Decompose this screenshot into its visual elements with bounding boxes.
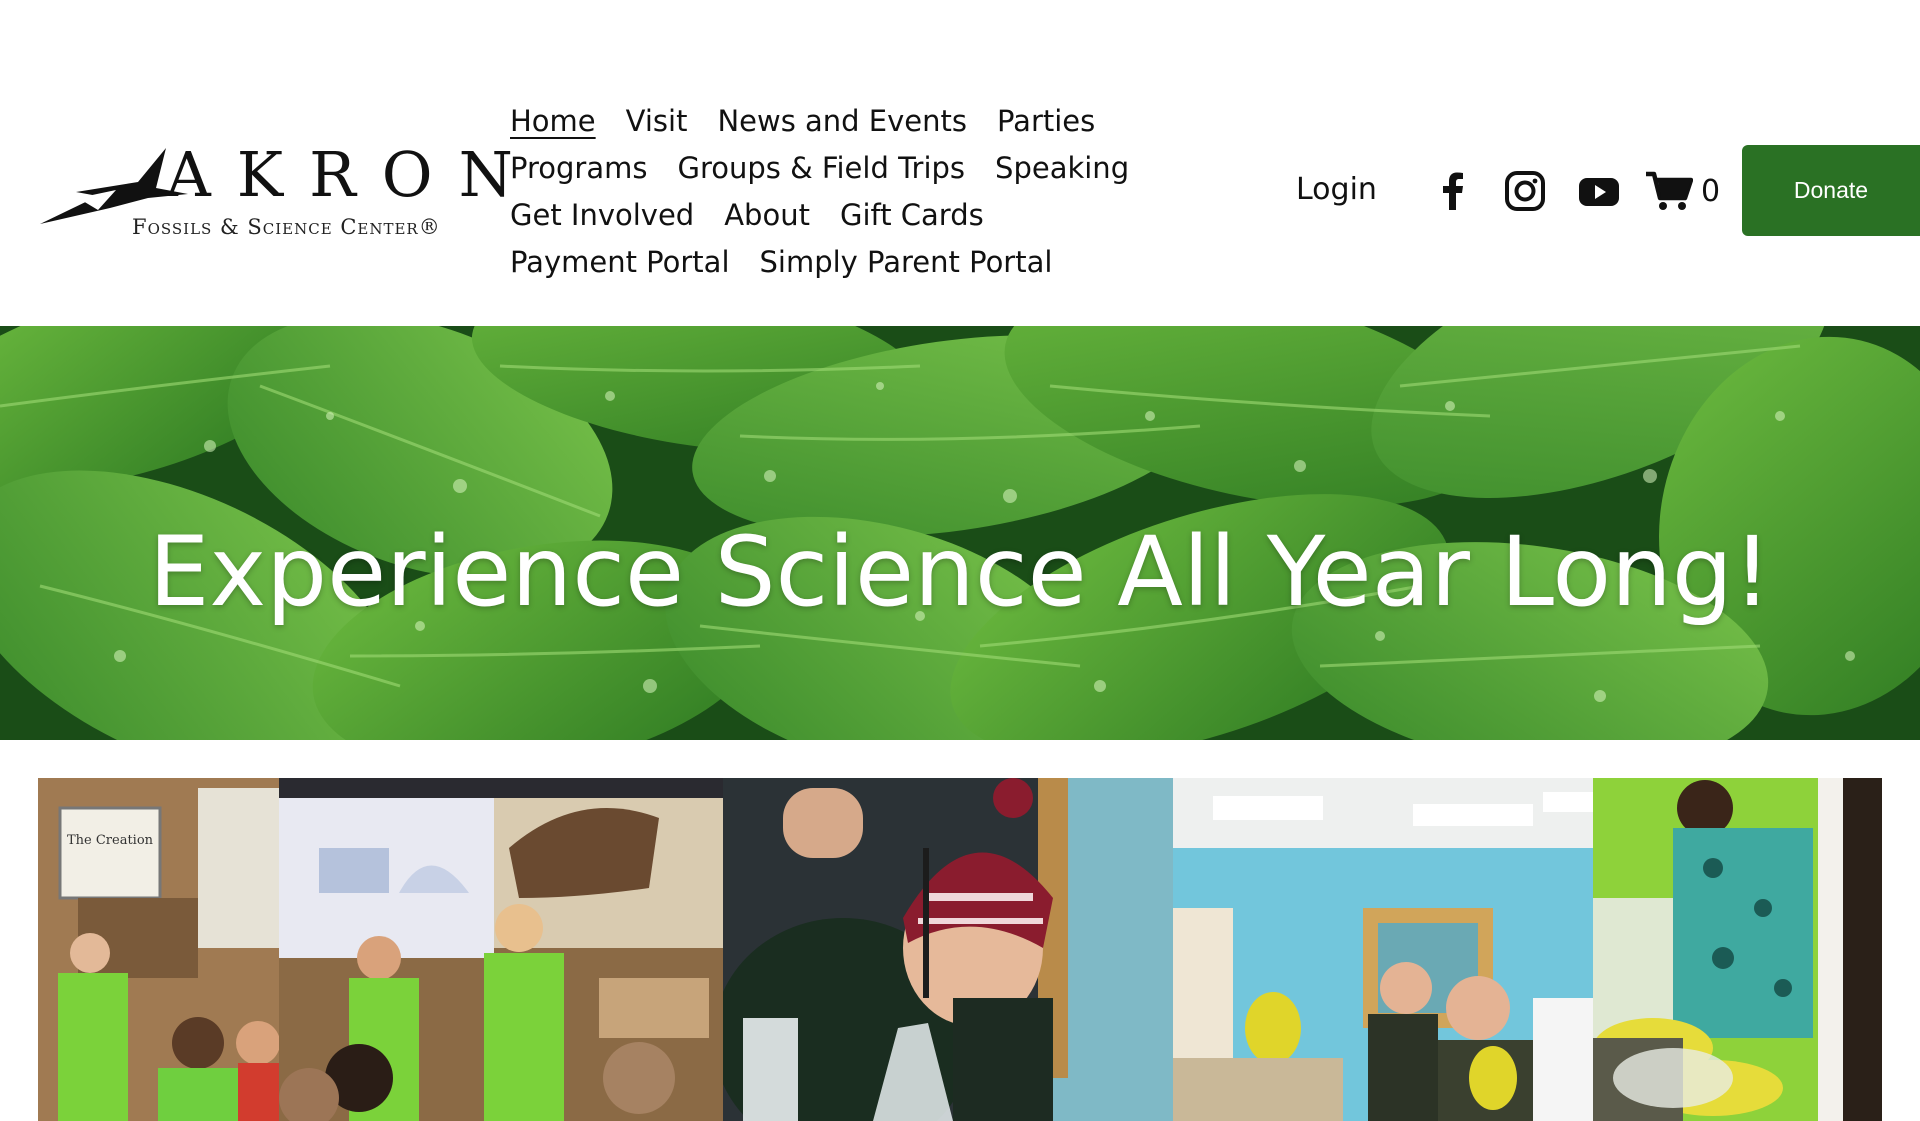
facebook-icon[interactable]: [1432, 170, 1474, 212]
nav-link-visit[interactable]: Visit: [626, 107, 688, 136]
site-header: AKRON Fossils & Science Center® Home Vis…: [0, 0, 1920, 326]
brand-subtitle: Fossils & Science Center®: [132, 215, 441, 239]
nav-row: Programs Groups & Field Trips Speaking: [510, 145, 1230, 192]
cart-icon: [1646, 171, 1693, 210]
nav-link-groups-field-trips[interactable]: Groups & Field Trips: [677, 154, 965, 183]
nav-link-about[interactable]: About: [724, 201, 810, 230]
photo-gallery: The Creation: [38, 778, 1882, 1121]
hero-banner: Experience Science All Year Long!: [0, 326, 1920, 740]
nav-link-parties[interactable]: Parties: [997, 107, 1095, 136]
login-link[interactable]: Login: [1296, 172, 1377, 207]
instagram-icon[interactable]: [1504, 170, 1546, 212]
nav-row: Get Involved About Gift Cards: [510, 192, 1230, 239]
nav-row: Home Visit News and Events Parties: [510, 98, 1230, 145]
site-logo[interactable]: AKRON Fossils & Science Center®: [38, 138, 513, 248]
cart-button[interactable]: 0: [1645, 168, 1740, 214]
gallery-photo[interactable]: [279, 778, 723, 1121]
nav-link-get-involved[interactable]: Get Involved: [510, 201, 694, 230]
museum-sign-text: The Creation: [67, 833, 154, 848]
gallery-photo[interactable]: [723, 778, 1173, 1121]
hero-title: Experience Science All Year Long!: [148, 516, 1772, 629]
nav-link-speaking[interactable]: Speaking: [995, 154, 1129, 183]
gallery-photo[interactable]: The Creation: [38, 778, 279, 1121]
nav-link-gift-cards[interactable]: Gift Cards: [840, 201, 984, 230]
main-nav: Home Visit News and Events Parties Progr…: [510, 98, 1230, 286]
brand-name: AKRON: [166, 138, 539, 211]
cart-count: 0: [1701, 173, 1721, 209]
gallery-photo[interactable]: [1173, 778, 1593, 1121]
gallery-photo[interactable]: [1593, 778, 1882, 1121]
nav-link-simply-parent-portal[interactable]: Simply Parent Portal: [760, 248, 1053, 277]
nav-link-programs[interactable]: Programs: [510, 154, 647, 183]
nav-link-news-and-events[interactable]: News and Events: [717, 107, 967, 136]
donate-button[interactable]: Donate: [1742, 145, 1920, 236]
youtube-icon[interactable]: [1578, 170, 1620, 212]
nav-link-home[interactable]: Home: [510, 107, 596, 136]
nav-link-payment-portal[interactable]: Payment Portal: [510, 248, 730, 277]
nav-row: Payment Portal Simply Parent Portal: [510, 239, 1230, 286]
